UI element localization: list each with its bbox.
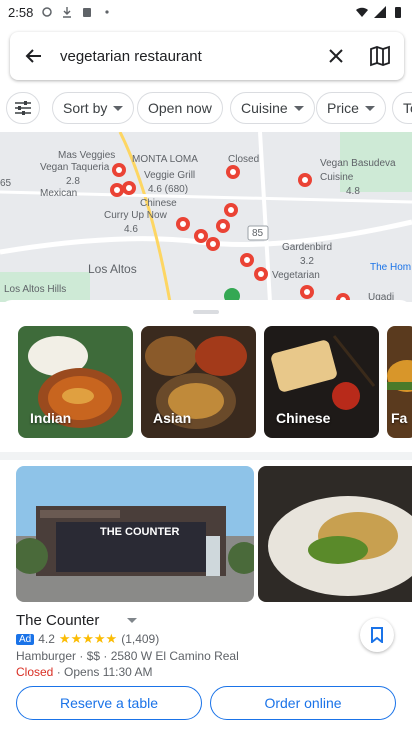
map-pin-icon[interactable] [224, 164, 242, 182]
map-pin-icon[interactable] [174, 216, 192, 234]
map-pin-icon[interactable] [222, 202, 240, 220]
map-label-vegetarian: Vegetarian [272, 270, 320, 281]
map-label-curry-rating: 4.6 [124, 224, 138, 235]
category-label: Fa [391, 410, 408, 426]
map-label-mas-veggies: Mas Veggies [58, 150, 116, 161]
opening-time: · Opens 11:30 AM [53, 665, 153, 679]
search-bar: vegetarian restaurant [10, 32, 404, 80]
listing-info[interactable]: The Counter Ad 4.2 ★★★★★ (1,409) Hamburg… [16, 612, 396, 679]
dot-icon [105, 10, 109, 14]
map-label-cuisine: Cuisine [320, 172, 354, 183]
listing-hours: Closed · Opens 11:30 AM [16, 665, 396, 679]
map-label-chinese: Chinese [140, 198, 177, 209]
status-badge: Closed [16, 665, 54, 679]
listing-rating-row: Ad 4.2 ★★★★★ (1,409) [16, 631, 396, 647]
map-pin-icon[interactable] [204, 236, 222, 254]
sync-icon [42, 7, 53, 17]
results-sheet: Indian Asian Chinese Fa THE COUNTER The … [0, 300, 412, 732]
filter-chips: Sort by Open now Cuisine Price To [0, 92, 412, 124]
listing-photo-food[interactable] [258, 466, 412, 602]
map-label-vegan-basudeva: Vegan Basudeva [320, 158, 396, 169]
map-pin-icon[interactable] [296, 172, 314, 190]
listing-details: Hamburger · $$ · 2580 W El Camino Real [16, 649, 239, 663]
map-label-curry-up: Curry Up Now [104, 210, 167, 221]
search-input[interactable]: vegetarian restaurant [58, 48, 316, 65]
listing-title: The Counter [16, 612, 396, 629]
category-carousel: Indian Asian Chinese Fa [0, 326, 412, 438]
category-label: Chinese [276, 410, 331, 426]
map-label-monta-loma: MONTA LOMA [132, 154, 198, 165]
map-icon [370, 45, 390, 67]
map-pin-icon[interactable] [214, 218, 232, 236]
chevron-down-icon [364, 105, 375, 111]
chip-open-now[interactable]: Open now [137, 92, 223, 124]
status-bar: 2:58 [0, 0, 412, 24]
map-label-veggie-grill: Veggie Grill [144, 170, 196, 181]
sliders-icon [15, 101, 31, 115]
chevron-down-icon[interactable] [127, 618, 138, 623]
category-card-fast-food[interactable]: Fa [387, 326, 412, 438]
map-label-los-altos-hills: Los Altos Hills [4, 284, 67, 295]
category-label: Indian [30, 410, 72, 426]
map-label-gardenbird-rating: 3.2 [300, 256, 314, 267]
close-icon [329, 49, 343, 63]
map-view-button[interactable] [356, 32, 404, 80]
category-card-chinese[interactable]: Chinese [264, 326, 379, 438]
rating-value: 4.2 [38, 632, 55, 646]
back-arrow-icon [25, 49, 41, 63]
chevron-down-icon [293, 105, 304, 111]
map-label-mas-rating: 2.8 [66, 176, 80, 187]
map-view[interactable]: Mas Veggies Vegan Taqueria 2.8 Mexican 6… [0, 132, 412, 302]
chevron-down-icon [113, 105, 124, 111]
clipboard-icon [83, 8, 92, 17]
section-divider [0, 452, 412, 460]
ad-badge: Ad [16, 633, 35, 645]
save-button[interactable] [360, 618, 394, 652]
map-label-mexican: Mexican [40, 188, 78, 199]
map-pin-icon[interactable] [108, 182, 126, 200]
bookmark-icon [371, 627, 383, 643]
map-label-the-home: The Hom [370, 262, 412, 273]
storefront-sign: THE COUNTER [100, 526, 180, 538]
battery-icon [395, 7, 401, 18]
map-label-gardenbird: Gardenbird [282, 242, 333, 253]
order-online-button[interactable]: Order online [210, 686, 396, 720]
chip-price[interactable]: Price [316, 92, 386, 124]
rating-stars: ★★★★★ [58, 631, 118, 646]
map-label-los-altos: Los Altos [88, 262, 137, 276]
map-label-distance: 65 [0, 178, 12, 189]
back-button[interactable] [10, 32, 58, 80]
map-label-veggie-grill-sub: 4.6 (680) [148, 184, 189, 195]
listing-photo-storefront[interactable]: THE COUNTER [16, 466, 254, 602]
map-label-route-85: 85 [252, 228, 264, 239]
status-time: 2:58 [8, 4, 34, 20]
map-label-cuisine-rating: 4.8 [346, 186, 360, 197]
clear-search-button[interactable] [316, 32, 356, 80]
reserve-table-button[interactable]: Reserve a table [16, 686, 202, 720]
chip-top-rated[interactable]: To [392, 92, 412, 124]
category-card-asian[interactable]: Asian [141, 326, 256, 438]
map-pin-icon[interactable] [252, 266, 270, 284]
review-count: (1,409) [121, 632, 160, 646]
food-plate-image [258, 466, 412, 602]
map-label-vegan-taqueria: Vegan Taqueria [40, 162, 110, 173]
listing-photos[interactable]: THE COUNTER [16, 466, 412, 602]
map-pin-icon[interactable] [110, 162, 128, 180]
filters-button[interactable] [6, 92, 40, 124]
wifi-icon [356, 7, 368, 17]
chip-cuisine[interactable]: Cuisine [230, 92, 315, 124]
category-card-indian[interactable]: Indian [18, 326, 133, 438]
download-icon [63, 7, 72, 18]
sheet-drag-handle[interactable] [193, 310, 219, 314]
category-label: Asian [153, 410, 192, 426]
chip-sort-by[interactable]: Sort by [52, 92, 135, 124]
signal-icon [374, 6, 386, 18]
